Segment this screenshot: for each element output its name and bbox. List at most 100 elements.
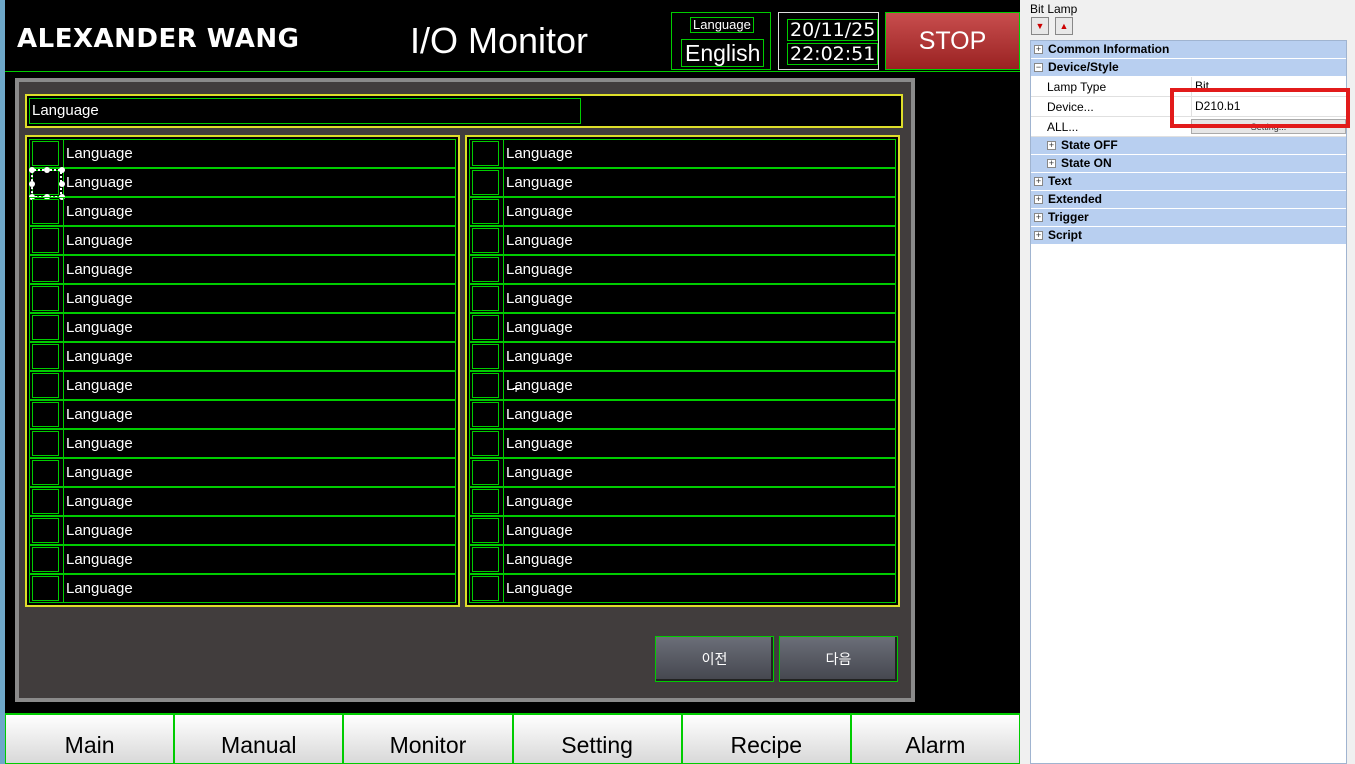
bit-lamp[interactable] (32, 257, 59, 282)
group-state-on[interactable]: + State ON (1031, 155, 1346, 173)
resize-handle[interactable] (59, 167, 65, 173)
bit-lamp[interactable] (32, 460, 59, 485)
expand-icon[interactable]: + (1034, 177, 1043, 186)
bit-lamp[interactable] (472, 431, 499, 456)
expand-icon[interactable]: + (1034, 45, 1043, 54)
bit-lamp[interactable] (472, 518, 499, 543)
bit-lamp[interactable] (472, 460, 499, 485)
io-row[interactable]: Language (29, 284, 456, 313)
resize-handle[interactable] (29, 167, 35, 173)
bit-lamp[interactable] (32, 315, 59, 340)
stop-button[interactable]: STOP (885, 12, 1020, 70)
bit-lamp[interactable] (32, 431, 59, 456)
bit-lamp[interactable] (472, 257, 499, 282)
group-state-off[interactable]: + State OFF (1031, 137, 1346, 155)
bit-lamp[interactable] (32, 576, 59, 601)
sort-categorized-icon[interactable]: ▼ (1031, 17, 1049, 35)
io-row[interactable]: Language (29, 313, 456, 342)
selection-handles[interactable] (29, 167, 65, 200)
io-row[interactable]: Language (469, 197, 896, 226)
io-row[interactable]: Language (29, 574, 456, 603)
group-extended[interactable]: + Extended (1031, 191, 1346, 209)
group-text[interactable]: + Text (1031, 173, 1346, 191)
tab-alarm[interactable]: Alarm (850, 713, 1021, 764)
next-button[interactable]: 다음 (779, 636, 898, 682)
io-label: Language (503, 169, 573, 196)
expand-icon[interactable]: + (1034, 231, 1043, 240)
group-script[interactable]: + Script (1031, 227, 1346, 245)
io-row[interactable]: Language + (469, 371, 896, 400)
group-common-information[interactable]: + Common Information (1031, 41, 1346, 59)
collapse-icon[interactable]: − (1034, 63, 1043, 72)
resize-handle[interactable] (29, 181, 35, 187)
bit-lamp[interactable] (32, 547, 59, 572)
io-row[interactable]: Language (469, 139, 896, 168)
io-row[interactable]: Language (29, 458, 456, 487)
tab-monitor[interactable]: Monitor (343, 713, 513, 764)
io-row[interactable]: Language (469, 255, 896, 284)
io-row[interactable]: Language (29, 429, 456, 458)
tab-main[interactable]: Main (5, 713, 175, 764)
bit-lamp[interactable] (472, 344, 499, 369)
bit-lamp[interactable] (472, 402, 499, 427)
bit-lamp[interactable] (472, 199, 499, 224)
expand-icon[interactable]: + (1034, 213, 1043, 222)
bit-lamp[interactable] (32, 402, 59, 427)
bit-lamp[interactable] (472, 373, 499, 398)
prev-button[interactable]: 이전 (655, 636, 774, 682)
bit-lamp[interactable] (32, 518, 59, 543)
bit-lamp[interactable] (32, 286, 59, 311)
language-value[interactable]: English (681, 39, 765, 67)
io-row[interactable]: Language (29, 400, 456, 429)
bit-lamp[interactable] (472, 547, 499, 572)
io-row[interactable]: Language (469, 574, 896, 603)
io-row[interactable]: Language (469, 342, 896, 371)
io-row[interactable]: Language (29, 255, 456, 284)
expand-icon[interactable]: + (1047, 159, 1056, 168)
io-row[interactable]: Language (469, 168, 896, 197)
io-row[interactable]: Language (29, 545, 456, 574)
io-row[interactable]: Language (469, 400, 896, 429)
sort-alphabetical-icon[interactable]: ▲ (1055, 17, 1073, 35)
bit-lamp[interactable] (32, 141, 59, 166)
resize-handle[interactable] (44, 167, 50, 173)
io-label: Language (503, 517, 573, 544)
language-selector[interactable]: Language English (671, 12, 771, 70)
bit-lamp[interactable] (472, 228, 499, 253)
io-row[interactable]: Language (29, 487, 456, 516)
bit-lamp[interactable] (32, 489, 59, 514)
io-row[interactable]: Language (469, 284, 896, 313)
bit-lamp[interactable] (32, 228, 59, 253)
io-row[interactable]: Language (469, 313, 896, 342)
io-row[interactable]: Language (29, 167, 456, 200)
bit-lamp[interactable] (472, 170, 499, 195)
io-row[interactable]: Language (469, 429, 896, 458)
bit-lamp[interactable] (32, 373, 59, 398)
tab-setting[interactable]: Setting (512, 713, 682, 764)
bit-lamp[interactable] (32, 344, 59, 369)
bit-lamp[interactable] (472, 315, 499, 340)
expand-icon[interactable]: + (1034, 195, 1043, 204)
io-row[interactable]: Language (29, 371, 456, 400)
bit-lamp[interactable] (472, 489, 499, 514)
io-row[interactable]: Language (29, 139, 456, 168)
io-row[interactable]: Language (29, 342, 456, 371)
group-trigger[interactable]: + Trigger (1031, 209, 1346, 227)
bit-lamp[interactable] (472, 286, 499, 311)
group-device-style[interactable]: − Device/Style (1031, 59, 1346, 77)
io-row[interactable]: Language (469, 545, 896, 574)
bit-lamp[interactable] (472, 141, 499, 166)
io-row[interactable]: Language (29, 197, 456, 226)
bit-lamp[interactable] (32, 199, 59, 224)
io-row[interactable]: Language (469, 487, 896, 516)
io-row[interactable]: Language (469, 226, 896, 255)
io-row[interactable]: Language (469, 458, 896, 487)
io-row[interactable]: Language (29, 226, 456, 255)
resize-handle[interactable] (59, 181, 65, 187)
expand-icon[interactable]: + (1047, 141, 1056, 150)
tab-manual[interactable]: Manual (174, 713, 344, 764)
bit-lamp[interactable] (472, 576, 499, 601)
tab-recipe[interactable]: Recipe (681, 713, 851, 764)
io-row[interactable]: Language (29, 516, 456, 545)
io-row[interactable]: Language (469, 516, 896, 545)
